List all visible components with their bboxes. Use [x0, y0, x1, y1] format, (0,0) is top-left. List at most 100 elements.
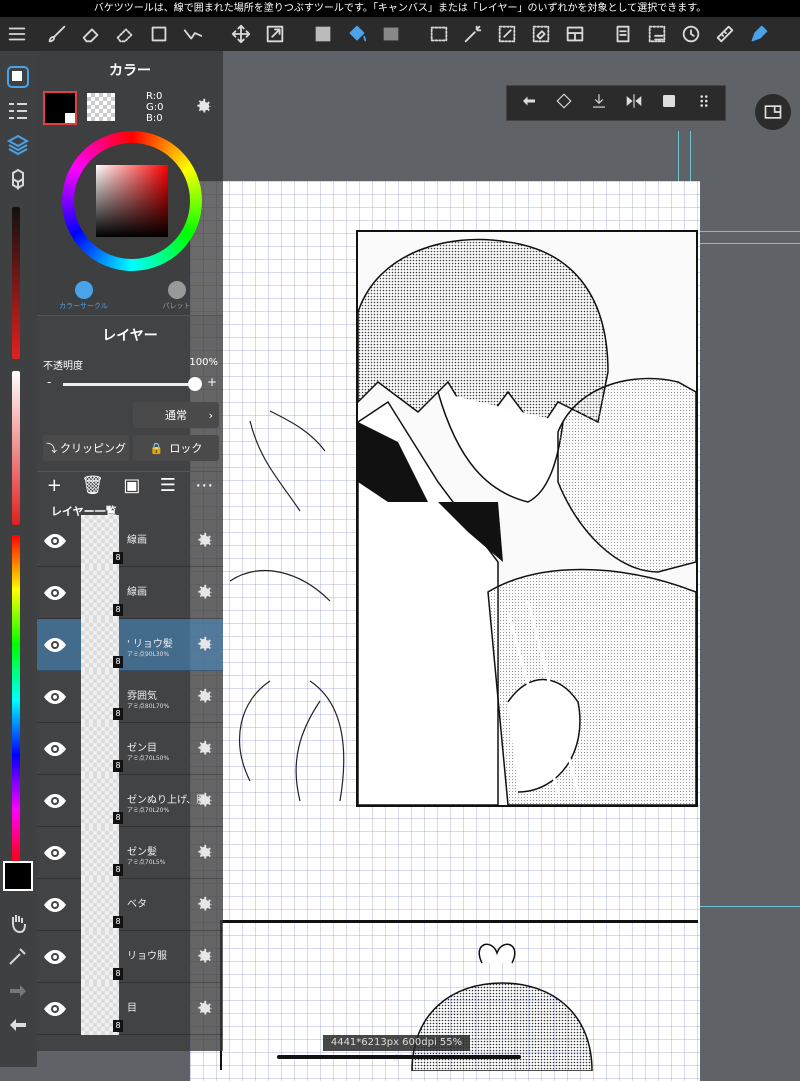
lock-button[interactable]: 🔒 ロック [133, 435, 219, 461]
visibility-eye-icon[interactable] [43, 789, 67, 813]
opacity-knob[interactable] [188, 377, 202, 391]
saturation-box[interactable] [96, 165, 168, 237]
tab-palette[interactable]: パレット [130, 277, 223, 315]
layer-settings-icon[interactable] [193, 530, 215, 556]
import-layer-icon[interactable]: ▣ [123, 475, 140, 496]
layer-settings-icon[interactable] [193, 790, 215, 816]
transform-icon[interactable] [258, 17, 292, 51]
brush-list-icon[interactable] [6, 99, 30, 123]
layer-settings-icon[interactable] [193, 686, 215, 712]
visibility-eye-icon[interactable] [43, 893, 67, 917]
import-icon[interactable] [590, 92, 608, 114]
layer-settings-icon[interactable] [193, 738, 215, 764]
layer-badge: 8 [113, 604, 123, 616]
layer-row[interactable]: 8 ゼンぬり上げ、服 アミ点70L20% [37, 775, 223, 827]
hue-slider[interactable] [12, 535, 20, 865]
opacity-plus[interactable]: + [207, 375, 217, 389]
blend-mode-select[interactable]: 通常 › [133, 402, 219, 428]
clipping-button[interactable]: ⤵ クリッピング [43, 435, 129, 461]
layer-row[interactable]: 8 線画 [37, 567, 223, 619]
opacity-minus[interactable]: - [47, 375, 51, 389]
undo-icon[interactable] [520, 92, 538, 114]
magic-wand-icon[interactable] [456, 17, 490, 51]
manga-panel-1[interactable] [356, 230, 698, 807]
color-panel-icon[interactable] [6, 65, 30, 89]
layer-settings-icon[interactable] [193, 998, 215, 1024]
layer-settings-icon[interactable] [193, 946, 215, 972]
blur-icon[interactable] [108, 17, 142, 51]
layer-row[interactable]: 8 ゼン髪 アミ点70L5% [37, 827, 223, 879]
flip-icon[interactable] [625, 92, 643, 114]
layer-row[interactable]: 8 雰囲気 アミ点80L70% [37, 671, 223, 723]
layer-row[interactable]: 8 ゼン目 アミ点70L50% [37, 723, 223, 775]
layer-row[interactable]: 8 線画 [37, 515, 223, 567]
layer-settings-icon[interactable] [193, 634, 215, 660]
layer-badge: 8 [113, 916, 123, 928]
undo-side-icon[interactable] [6, 1013, 30, 1037]
add-layer-icon[interactable]: + [47, 475, 62, 496]
gradient-icon[interactable] [374, 17, 408, 51]
eyedropper-icon[interactable] [6, 944, 30, 968]
visibility-eye-icon[interactable] [43, 529, 67, 553]
opacity-slider[interactable] [12, 371, 20, 525]
layer-row[interactable]: 8目 [37, 983, 223, 1035]
copy-icon[interactable] [606, 17, 640, 51]
layer-actions: + 🗑 ▣ ☰ ⋯ [37, 471, 223, 499]
hand-icon[interactable] [6, 911, 30, 935]
ruler-icon[interactable] [708, 17, 742, 51]
more-grip-icon[interactable] [695, 92, 713, 114]
more-icon[interactable]: ⋯ [195, 475, 213, 496]
current-color-swatch[interactable] [3, 861, 33, 891]
layer-row[interactable]: 8 ベタ [37, 879, 223, 931]
layers-icon[interactable] [6, 133, 30, 157]
visibility-eye-icon[interactable] [43, 633, 67, 657]
materials-icon[interactable] [6, 167, 30, 191]
menu-icon[interactable] [0, 17, 34, 51]
visibility-eye-icon[interactable] [43, 685, 67, 709]
visibility-eye-icon[interactable] [43, 581, 67, 605]
bucket-icon[interactable] [340, 17, 374, 51]
visibility-eye-icon[interactable] [43, 997, 67, 1021]
fill-color-icon[interactable] [306, 17, 340, 51]
polyline-icon[interactable] [176, 17, 210, 51]
layer-name: ゼン髪 [127, 847, 157, 858]
view-toggle-button[interactable] [755, 94, 791, 130]
layer-tone: アミ点90L30% [127, 651, 170, 658]
rect-shape-icon[interactable] [142, 17, 176, 51]
deselect-icon[interactable] [640, 17, 674, 51]
layer-settings-icon[interactable] [193, 842, 215, 868]
select-pen-icon[interactable] [490, 17, 524, 51]
tab-color-circle[interactable]: カラーサークル [37, 277, 130, 315]
visibility-eye-icon[interactable] [43, 841, 67, 865]
visibility-eye-icon[interactable] [43, 737, 67, 761]
layer-badge: 8 [113, 968, 123, 980]
opacity-label: 不透明度 [43, 361, 83, 372]
move-icon[interactable] [224, 17, 258, 51]
rotate-icon[interactable] [674, 17, 708, 51]
select-rect-icon[interactable] [422, 17, 456, 51]
visibility-eye-icon[interactable] [43, 945, 67, 969]
redo-icon[interactable] [6, 979, 30, 1003]
layer-settings-icon[interactable] [193, 582, 215, 608]
layer-list-icon[interactable]: ☰ [160, 475, 176, 496]
pen-mode-icon[interactable] [742, 17, 776, 51]
eraser-icon[interactable] [74, 17, 108, 51]
primary-color[interactable] [43, 91, 77, 125]
brush-icon[interactable] [40, 17, 74, 51]
edit-icon[interactable] [660, 92, 678, 114]
opacity-track[interactable] [63, 377, 202, 391]
color-settings-icon[interactable] [192, 96, 214, 122]
clear-icon[interactable] [555, 92, 573, 114]
secondary-color[interactable] [87, 93, 115, 121]
top-toolbar [0, 17, 800, 51]
layer-name: 雰囲気 [127, 691, 157, 702]
color-panel-title: カラー [109, 63, 151, 79]
brush-size-slider[interactable] [12, 207, 20, 359]
select-eraser-icon[interactable] [524, 17, 558, 51]
delete-layer-icon[interactable]: 🗑 [81, 475, 104, 496]
layer-settings-icon[interactable] [193, 894, 215, 920]
layer-row[interactable]: 8 リョウ服 [37, 931, 223, 983]
color-wheel[interactable] [62, 131, 202, 271]
layout-icon[interactable] [558, 17, 592, 51]
layer-row[interactable]: 8 ' リョウ髪 アミ点90L30% [37, 619, 223, 671]
